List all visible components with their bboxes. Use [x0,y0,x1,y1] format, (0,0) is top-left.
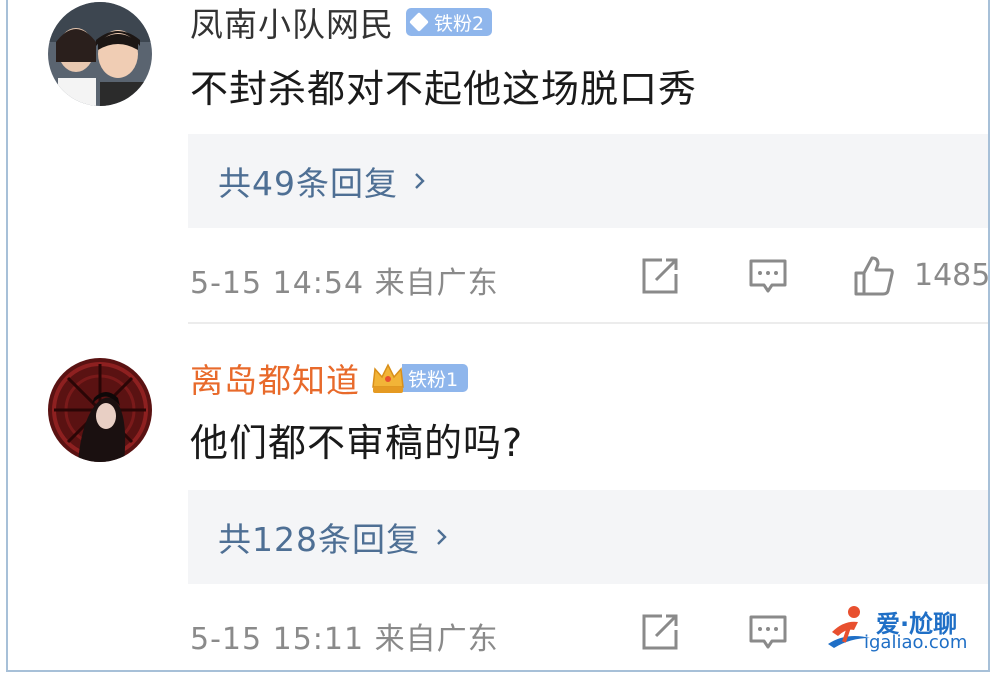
fan-badge-label: 铁粉1 [402,364,469,392]
like-count: 1485 [914,258,990,293]
comment-icon[interactable] [748,612,788,652]
chevron-right-icon [415,173,425,189]
comment-meta: 5-15 15:11 来自广东 [190,622,499,657]
chevron-right-icon [437,529,447,545]
avatar-photo [48,2,152,106]
avatar[interactable] [48,2,152,106]
comment-item: 凤南小队网民 铁粉2 不封杀都对不起他这场脱口秀 共49条回复 5-15 14:… [8,0,990,320]
fan-badge-label: 铁粉2 [434,12,485,35]
share-icon[interactable] [640,256,680,296]
avatar-photo [48,358,152,462]
share-icon[interactable] [640,612,680,652]
thumbs-up-icon[interactable] [852,254,896,298]
comment-text: 他们都不审稿的吗? [190,421,524,465]
avatar[interactable] [48,358,152,462]
divider [188,322,988,324]
replies-count: 共49条回复 [218,164,398,203]
fan-badge: 铁粉2 [406,8,493,36]
comment-list: 凤南小队网民 铁粉2 不封杀都对不起他这场脱口秀 共49条回复 5-15 14:… [6,0,990,672]
comment-icon[interactable] [748,256,788,296]
fan-badge: 铁粉1 [370,363,469,393]
replies-count: 共128条回复 [218,520,420,559]
comment-text: 不封杀都对不起他这场脱口秀 [190,67,698,111]
replies-link[interactable]: 共49条回复 [188,134,988,228]
comment-meta: 5-15 14:54 来自广东 [190,266,499,301]
crown-icon [372,363,404,393]
diamond-icon [409,12,429,32]
username[interactable]: 离岛都知道 [190,354,360,402]
username[interactable]: 凤南小队网民 [190,0,394,46]
replies-link[interactable]: 共128条回复 [188,490,988,584]
watermark: 爱·尬聊 igaliao.com [824,600,984,656]
watermark-url: igaliao.com [864,632,968,653]
